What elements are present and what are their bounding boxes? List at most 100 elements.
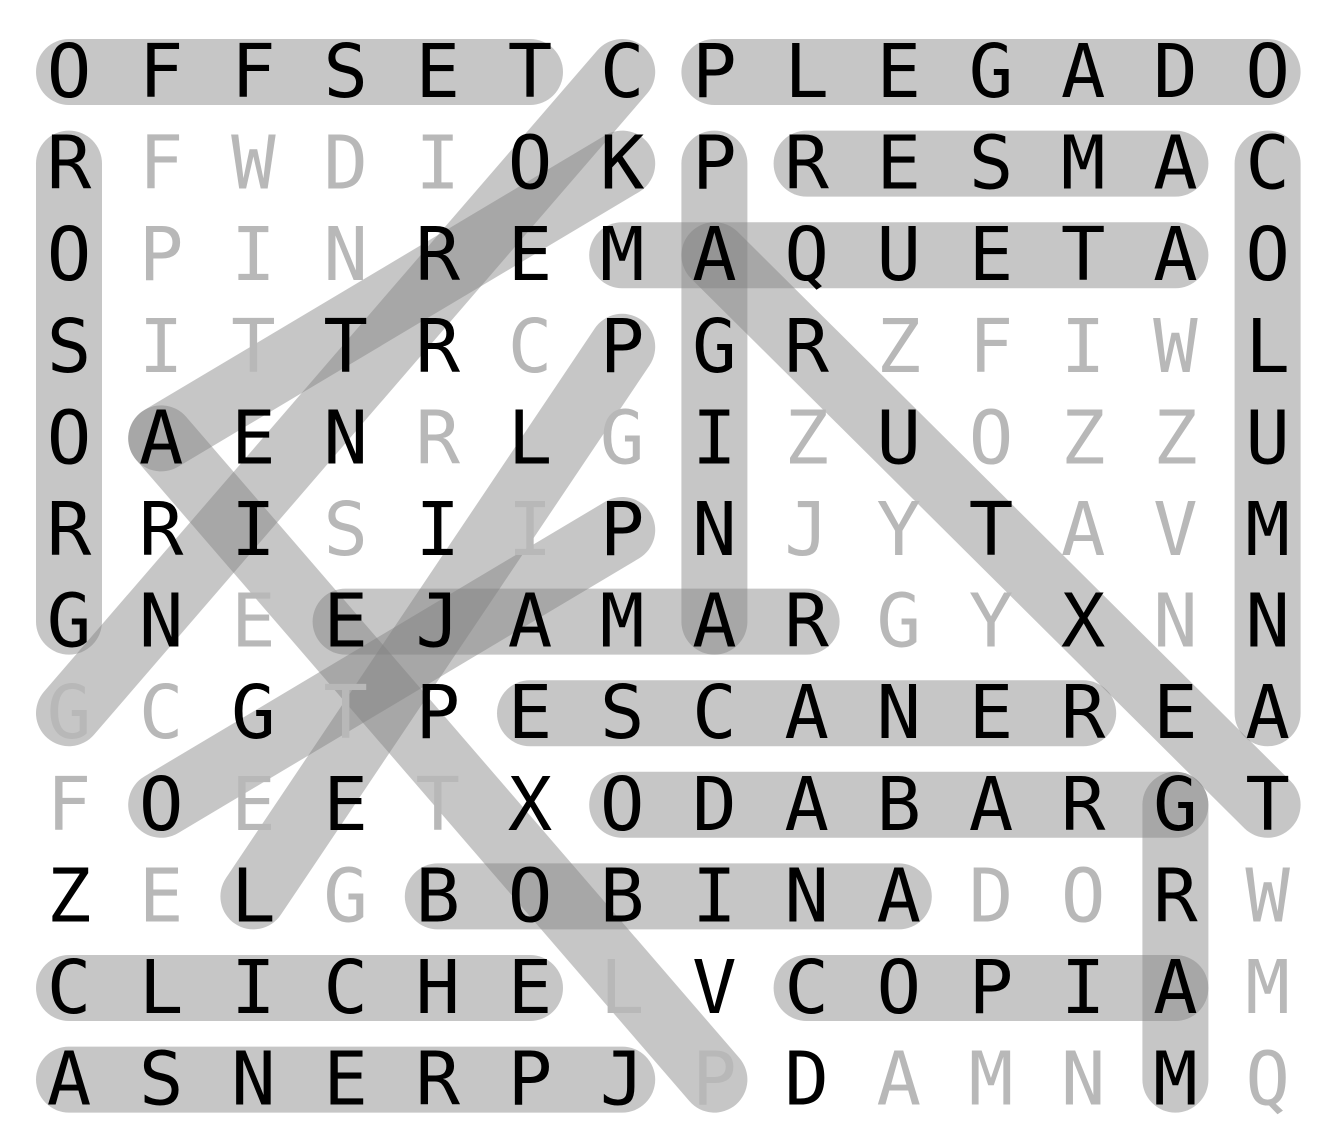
- grid-letter[interactable]: Z: [877, 304, 922, 390]
- grid-letter[interactable]: E: [877, 121, 922, 207]
- grid-letter[interactable]: O: [1061, 853, 1106, 939]
- grid-letter[interactable]: U: [877, 212, 922, 298]
- grid-letter[interactable]: T: [1245, 762, 1290, 848]
- grid-letter[interactable]: P: [600, 304, 645, 390]
- grid-letter[interactable]: A: [1061, 29, 1106, 115]
- grid-letter[interactable]: A: [1153, 945, 1198, 1031]
- grid-letter[interactable]: A: [784, 762, 829, 848]
- grid-letter[interactable]: R: [47, 487, 92, 573]
- grid-letter[interactable]: P: [692, 1037, 737, 1123]
- grid-letter[interactable]: S: [969, 121, 1014, 207]
- grid-letter[interactable]: C: [47, 945, 92, 1031]
- grid-letter[interactable]: E: [508, 670, 553, 756]
- grid-letter[interactable]: G: [323, 853, 368, 939]
- grid-letter[interactable]: A: [692, 579, 737, 665]
- grid-letter[interactable]: P: [692, 29, 737, 115]
- grid-letter[interactable]: R: [784, 579, 829, 665]
- grid-letter[interactable]: T: [1061, 212, 1106, 298]
- grid-letter[interactable]: C: [323, 945, 368, 1031]
- grid-letter[interactable]: L: [508, 395, 553, 481]
- grid-letter[interactable]: T: [416, 762, 461, 848]
- grid-letter[interactable]: I: [231, 945, 276, 1031]
- grid-letter[interactable]: N: [692, 487, 737, 573]
- grid-letter[interactable]: W: [1153, 304, 1198, 390]
- grid-letter[interactable]: D: [1153, 29, 1198, 115]
- grid-letter[interactable]: N: [877, 670, 922, 756]
- grid-letter[interactable]: O: [47, 395, 92, 481]
- grid-letter[interactable]: M: [600, 212, 645, 298]
- grid-letter[interactable]: E: [416, 29, 461, 115]
- grid-letter[interactable]: O: [47, 212, 92, 298]
- grid-letter[interactable]: R: [784, 121, 829, 207]
- grid-letter[interactable]: X: [508, 762, 553, 848]
- grid-letter[interactable]: P: [139, 212, 184, 298]
- grid-letter[interactable]: P: [692, 121, 737, 207]
- grid-letter[interactable]: E: [877, 29, 922, 115]
- grid-letter[interactable]: T: [969, 487, 1014, 573]
- grid-letter[interactable]: L: [600, 945, 645, 1031]
- grid-letter[interactable]: T: [323, 670, 368, 756]
- grid-letter[interactable]: S: [139, 1037, 184, 1123]
- grid-letter[interactable]: F: [139, 121, 184, 207]
- grid-letter[interactable]: U: [877, 395, 922, 481]
- grid-letter[interactable]: G: [231, 670, 276, 756]
- grid-letter[interactable]: I: [231, 212, 276, 298]
- grid-letter[interactable]: N: [323, 212, 368, 298]
- grid-letter[interactable]: E: [969, 670, 1014, 756]
- grid-letter[interactable]: L: [784, 29, 829, 115]
- grid-letter[interactable]: R: [47, 121, 92, 207]
- grid-letter[interactable]: G: [969, 29, 1014, 115]
- grid-letter[interactable]: W: [1245, 853, 1290, 939]
- grid-letter[interactable]: N: [1153, 579, 1198, 665]
- grid-letter[interactable]: R: [1061, 670, 1106, 756]
- grid-letter[interactable]: G: [47, 670, 92, 756]
- grid-letter[interactable]: O: [139, 762, 184, 848]
- grid-letter[interactable]: F: [231, 29, 276, 115]
- grid-letter[interactable]: Z: [784, 395, 829, 481]
- grid-letter[interactable]: R: [139, 487, 184, 573]
- grid-letter[interactable]: E: [231, 762, 276, 848]
- grid-letter[interactable]: F: [139, 29, 184, 115]
- grid-letter[interactable]: E: [323, 1037, 368, 1123]
- grid-letter[interactable]: Q: [784, 212, 829, 298]
- grid-letter[interactable]: G: [1153, 762, 1198, 848]
- grid-letter[interactable]: A: [1153, 121, 1198, 207]
- grid-letter[interactable]: L: [1245, 304, 1290, 390]
- grid-letter[interactable]: M: [1061, 121, 1106, 207]
- grid-letter[interactable]: S: [323, 29, 368, 115]
- grid-letter[interactable]: P: [600, 487, 645, 573]
- grid-letter[interactable]: O: [600, 762, 645, 848]
- grid-letter[interactable]: P: [508, 1037, 553, 1123]
- grid-letter[interactable]: F: [47, 762, 92, 848]
- grid-letter[interactable]: T: [508, 29, 553, 115]
- grid-letter[interactable]: O: [969, 395, 1014, 481]
- grid-letter[interactable]: A: [1245, 670, 1290, 756]
- grid-letter[interactable]: E: [508, 212, 553, 298]
- grid-letter[interactable]: G: [600, 395, 645, 481]
- grid-letter[interactable]: J: [784, 487, 829, 573]
- grid-letter[interactable]: E: [231, 395, 276, 481]
- grid-letter[interactable]: E: [139, 853, 184, 939]
- grid-letter[interactable]: M: [600, 579, 645, 665]
- grid-letter[interactable]: R: [416, 304, 461, 390]
- grid-letter[interactable]: R: [416, 395, 461, 481]
- grid-letter[interactable]: O: [877, 945, 922, 1031]
- grid-letter[interactable]: Y: [969, 579, 1014, 665]
- grid-letter[interactable]: D: [969, 853, 1014, 939]
- grid-letter[interactable]: C: [139, 670, 184, 756]
- grid-letter[interactable]: W: [231, 121, 276, 207]
- grid-letter[interactable]: O: [1245, 29, 1290, 115]
- grid-letter[interactable]: B: [416, 853, 461, 939]
- grid-letter[interactable]: V: [1153, 487, 1198, 573]
- grid-letter[interactable]: A: [1061, 487, 1106, 573]
- grid-letter[interactable]: I: [416, 487, 461, 573]
- grid-letter[interactable]: D: [784, 1037, 829, 1123]
- grid-letter[interactable]: Z: [1153, 395, 1198, 481]
- grid-letter[interactable]: I: [1061, 304, 1106, 390]
- grid-letter[interactable]: H: [416, 945, 461, 1031]
- grid-letter[interactable]: K: [600, 121, 645, 207]
- grid-letter[interactable]: L: [231, 853, 276, 939]
- grid-letter[interactable]: I: [1061, 945, 1106, 1031]
- grid-letter[interactable]: R: [1153, 853, 1198, 939]
- grid-letter[interactable]: T: [323, 304, 368, 390]
